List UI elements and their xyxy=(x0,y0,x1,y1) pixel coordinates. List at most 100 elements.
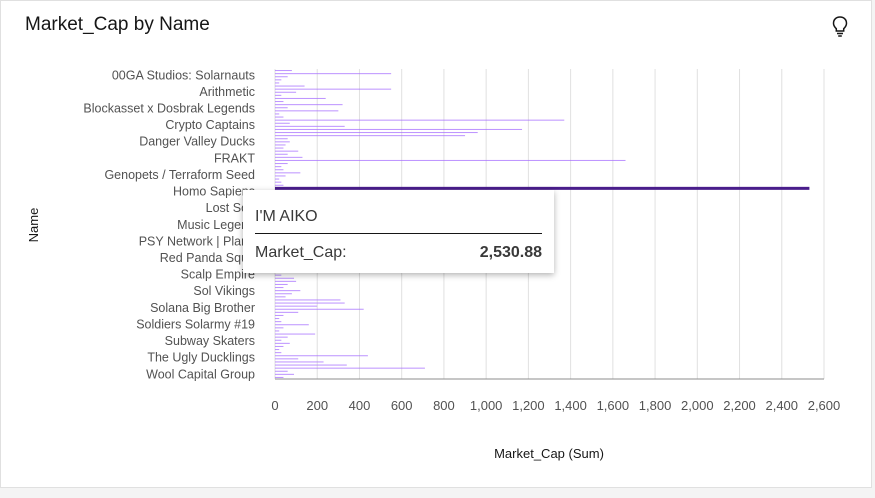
x-tick-label: 2,000 xyxy=(681,398,714,413)
bar[interactable] xyxy=(275,327,284,329)
bar[interactable] xyxy=(275,82,280,84)
bar[interactable] xyxy=(275,128,523,130)
bar[interactable] xyxy=(275,113,280,115)
bar[interactable] xyxy=(275,321,282,323)
bar[interactable] xyxy=(275,280,297,282)
bar[interactable] xyxy=(275,88,392,90)
bar[interactable] xyxy=(275,94,282,96)
x-tick-label: 600 xyxy=(391,398,413,413)
bar[interactable] xyxy=(275,156,303,158)
y-axis-title: Name xyxy=(26,208,41,243)
bar[interactable] xyxy=(275,163,288,165)
bar[interactable] xyxy=(275,287,284,289)
y-tick-label: PSY Network | Plane xyxy=(139,234,255,248)
bar[interactable] xyxy=(275,370,288,372)
bar[interactable] xyxy=(275,330,280,332)
bar[interactable] xyxy=(275,97,326,99)
bar[interactable] xyxy=(275,147,284,149)
bar[interactable] xyxy=(275,101,284,103)
bar[interactable] xyxy=(275,122,290,124)
bar[interactable] xyxy=(275,373,295,375)
x-tick-label: 1,400 xyxy=(554,398,587,413)
y-axis-labels: 00GA Studios: Solarnauts Arithmetic Blocka… xyxy=(83,68,255,381)
bar[interactable] xyxy=(275,333,316,335)
x-tick-label: 2,600 xyxy=(808,398,841,413)
x-tick-label: 1,000 xyxy=(470,398,503,413)
bar[interactable] xyxy=(275,141,290,143)
bar[interactable] xyxy=(275,107,288,109)
y-tick-label: Genopets / Terraform Seed xyxy=(104,168,255,182)
bar[interactable] xyxy=(275,376,284,378)
bar[interactable] xyxy=(275,175,286,177)
bar[interactable] xyxy=(275,85,305,87)
x-tick-label: 200 xyxy=(306,398,328,413)
bar[interactable] xyxy=(275,79,282,81)
bar[interactable] xyxy=(275,339,282,341)
bar[interactable] xyxy=(275,367,425,369)
bar[interactable] xyxy=(275,293,292,295)
bar[interactable] xyxy=(275,73,392,75)
y-tick-label: Soldiers Solarmy #19 xyxy=(136,317,255,331)
bar[interactable] xyxy=(275,318,280,320)
tooltip-value: 2,530.88 xyxy=(479,244,542,261)
bar[interactable] xyxy=(275,110,339,112)
bar[interactable] xyxy=(275,76,288,78)
bar[interactable] xyxy=(275,277,295,279)
bar[interactable] xyxy=(275,274,282,276)
bar[interactable] xyxy=(275,91,297,93)
y-tick-label: Solana Big Brother xyxy=(150,301,255,315)
bar[interactable] xyxy=(275,314,284,316)
bar[interactable] xyxy=(275,70,292,72)
bar[interactable] xyxy=(275,290,301,292)
bar[interactable] xyxy=(275,116,284,118)
bar[interactable] xyxy=(275,283,288,285)
bar[interactable] xyxy=(275,144,286,146)
bar[interactable] xyxy=(275,135,466,137)
bar[interactable] xyxy=(275,138,288,140)
x-tick-label: 2,400 xyxy=(765,398,798,413)
tooltip-name: I'M AIKO xyxy=(255,208,318,225)
bar[interactable] xyxy=(275,355,368,357)
bar[interactable] xyxy=(275,324,309,326)
y-tick-label: Subway Skaters xyxy=(165,334,255,348)
bar[interactable] xyxy=(275,184,284,186)
bar[interactable] xyxy=(275,119,565,121)
y-tick-label: Wool Capital Group xyxy=(146,367,255,381)
bar[interactable] xyxy=(275,358,299,360)
bar[interactable] xyxy=(275,361,324,363)
bar[interactable] xyxy=(275,352,282,354)
bar[interactable] xyxy=(275,104,343,106)
bar[interactable] xyxy=(275,336,288,338)
y-tick-label: 00GA Studios: Solarnauts xyxy=(112,68,255,82)
x-tick-label: 400 xyxy=(349,398,371,413)
bar[interactable] xyxy=(275,178,280,180)
tooltip-label: Market_Cap: xyxy=(255,244,347,261)
bar[interactable] xyxy=(275,125,345,127)
bar[interactable] xyxy=(275,159,626,161)
tooltip: I'M AIKO Market_Cap: 2,530.88 xyxy=(243,190,554,273)
x-tick-label: 0 xyxy=(271,398,278,413)
bar[interactable] xyxy=(275,305,318,307)
bar[interactable] xyxy=(275,132,478,134)
y-tick-label: Crypto Captains xyxy=(165,118,255,132)
x-tick-label: 1,800 xyxy=(639,398,672,413)
bar[interactable] xyxy=(275,302,345,304)
bar[interactable] xyxy=(275,342,290,344)
bar[interactable] xyxy=(275,169,284,171)
bar[interactable] xyxy=(275,181,282,183)
bar[interactable] xyxy=(275,150,299,152)
bar[interactable] xyxy=(275,311,299,313)
bar[interactable] xyxy=(275,345,284,347)
bar[interactable] xyxy=(275,166,282,168)
x-tick-label: 1,200 xyxy=(512,398,545,413)
bar[interactable] xyxy=(275,296,286,298)
bar[interactable] xyxy=(275,172,301,174)
bar[interactable] xyxy=(275,308,364,310)
bar[interactable] xyxy=(275,153,288,155)
bar[interactable] xyxy=(275,299,341,301)
bar[interactable] xyxy=(275,349,280,351)
y-tick-label: Red Panda Squa xyxy=(160,251,255,265)
y-tick-label: FRAKT xyxy=(214,151,255,165)
bar[interactable] xyxy=(275,364,347,366)
x-tick-label: 800 xyxy=(433,398,455,413)
